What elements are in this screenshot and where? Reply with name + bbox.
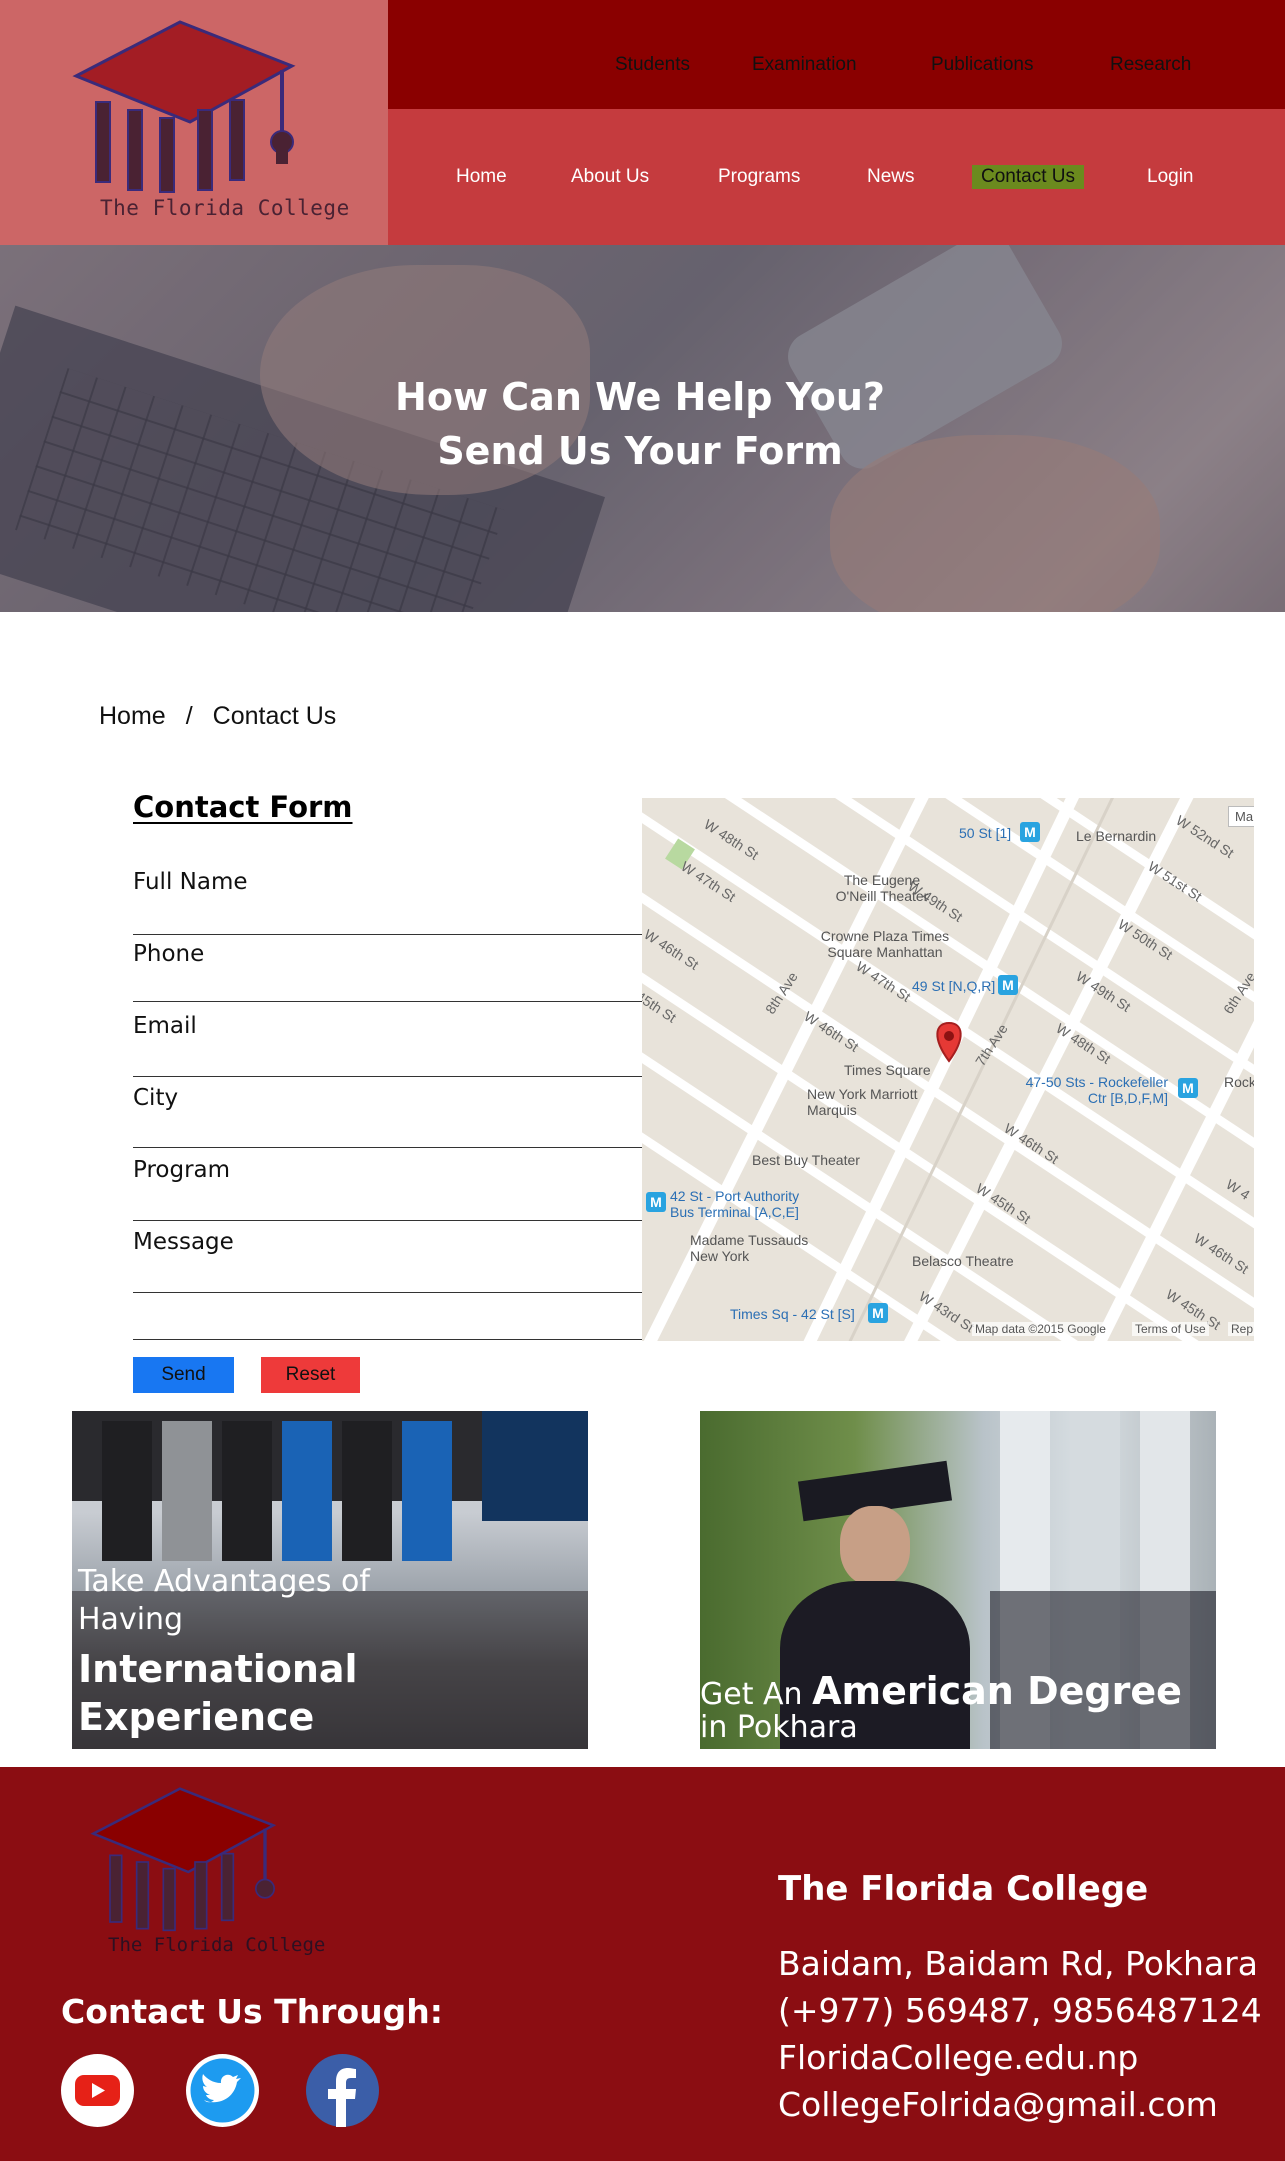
top-nav: Students Examination Publications Resear… — [388, 0, 1285, 109]
nav-item-about-us[interactable]: About Us — [571, 166, 649, 188]
nav-item-news[interactable]: News — [867, 166, 915, 188]
send-button[interactable]: Send — [133, 1357, 234, 1393]
city-field[interactable] — [133, 1147, 642, 1148]
map-place-label: The Eugene O'Neill Theater — [835, 872, 929, 904]
map-station-label: 50 St [1] — [959, 825, 1012, 841]
contact-through-heading: Contact Us Through: — [61, 1992, 443, 2031]
promo-card-american-degree[interactable]: Get An American Degree in Pokhara — [700, 1411, 1216, 1749]
phone-field[interactable] — [133, 1001, 642, 1002]
message-field[interactable] — [133, 1292, 642, 1293]
message-field-line2[interactable] — [133, 1339, 642, 1340]
hero-banner: How Can We Help You? Send Us Your Form — [0, 245, 1285, 612]
promo-wall-panel — [162, 1421, 212, 1561]
footer-email[interactable]: CollegeFolrida@gmail.com — [778, 2085, 1218, 2124]
city-label: City — [133, 1085, 179, 1111]
map-station-label: 49 St [N,Q,R] — [912, 978, 996, 994]
footer-phone: (+977) 569487, 9856487124 — [778, 1991, 1262, 2030]
promo-small-before: Get An — [700, 1677, 803, 1712]
logo[interactable]: The Florida College — [0, 0, 388, 245]
map-place-label: Times Square — [844, 1062, 931, 1078]
promo-card-international[interactable]: Take Advantages of Having International … — [72, 1411, 588, 1749]
map-credit: Map data ©2015 Google — [972, 1322, 1109, 1336]
form-title: Contact Form — [133, 790, 353, 824]
top-nav-item-research[interactable]: Research — [1110, 54, 1191, 76]
promo-wall-panel — [282, 1421, 332, 1561]
footer-logo-text: The Florida College — [108, 1934, 326, 1956]
breadcrumb-separator: / — [185, 702, 193, 730]
youtube-icon[interactable] — [61, 2054, 134, 2127]
email-label: Email — [133, 1013, 197, 1039]
nav-item-programs[interactable]: Programs — [718, 166, 800, 188]
top-nav-item-students[interactable]: Students — [615, 54, 690, 76]
nav-item-login[interactable]: Login — [1147, 166, 1194, 188]
map-station-label: Times Sq - 42 St [S] — [730, 1306, 855, 1322]
promo-large-line2: Experience — [78, 1695, 315, 1739]
site-footer: The Florida College Contact Us Through: … — [0, 1767, 1285, 2161]
breadcrumb-current: Contact Us — [212, 702, 337, 730]
full-name-field[interactable] — [133, 934, 642, 935]
nav-item-contact-us[interactable]: Contact Us — [972, 165, 1084, 189]
promo-large-line1: International — [78, 1647, 358, 1691]
promo-graduate-face — [840, 1506, 910, 1586]
footer-college-name: The Florida College — [778, 1869, 1149, 1909]
map-place-label: New York Marriott Marquis — [807, 1086, 918, 1118]
phone-label: Phone — [133, 941, 205, 967]
full-name-label: Full Name — [133, 869, 248, 895]
map-report-link[interactable]: Rep — [1228, 1322, 1254, 1336]
map-place-label: Rock — [1224, 1074, 1254, 1090]
reset-button[interactable]: Reset — [261, 1357, 360, 1393]
footer-college-building-icon — [90, 1787, 277, 1932]
promo-text-line1: Get An American Degree — [700, 1667, 1182, 1715]
breadcrumb: Home / Contact Us — [99, 702, 336, 731]
promo-small-line1: Take Advantages of — [78, 1564, 370, 1599]
program-label: Program — [133, 1157, 231, 1183]
promo-small-text: Take Advantages of Having — [78, 1563, 370, 1639]
metro-icon: M — [1020, 822, 1040, 842]
map-station-label: 42 St - Port Authority Bus Terminal [A,C… — [670, 1188, 800, 1220]
map-place-label: Crowne Plaza Times Square Manhattan — [820, 928, 950, 960]
facebook-icon[interactable] — [306, 2054, 379, 2127]
nav-item-home[interactable]: Home — [456, 166, 507, 188]
promo-small-after: in Pokhara — [700, 1710, 858, 1745]
map-place-label: Madame Tussauds New York — [690, 1232, 809, 1264]
main-nav: Home About Us Programs News Contact Us L… — [388, 109, 1285, 245]
message-label: Message — [133, 1229, 234, 1255]
site-header: The Florida College Students Examination… — [0, 0, 1285, 245]
metro-icon: M — [1178, 1078, 1198, 1098]
map-place-label: Best Buy Theater — [752, 1152, 860, 1168]
email-field[interactable] — [133, 1076, 642, 1077]
map-place-label: Belasco Theatre — [912, 1253, 1014, 1269]
promo-wall-panel — [342, 1421, 392, 1561]
promo-small-line2: Having — [78, 1602, 184, 1637]
breadcrumb-home[interactable]: Home — [99, 702, 166, 730]
twitter-icon[interactable] — [186, 2054, 259, 2127]
footer-website[interactable]: FloridaCollege.edu.np — [778, 2038, 1138, 2077]
top-nav-item-examination[interactable]: Examination — [752, 54, 857, 76]
map-station-label: 47-50 Sts - Rockefeller Ctr [B,D,F,M] — [1025, 1074, 1168, 1106]
promo-wall-panel — [102, 1421, 152, 1561]
metro-icon: M — [646, 1192, 666, 1212]
map-place-label: Le Bernardin — [1076, 828, 1157, 844]
hero-heading-line2: Send Us Your Form — [437, 429, 843, 473]
logo-text: The Florida College — [100, 196, 350, 220]
metro-icon: M — [998, 975, 1018, 995]
program-field[interactable] — [133, 1220, 642, 1221]
promo-large-text: International Experience — [78, 1645, 358, 1741]
promo-screen — [482, 1411, 588, 1521]
top-nav-item-publications[interactable]: Publications — [931, 54, 1033, 76]
map-terms-link[interactable]: Terms of Use — [1132, 1322, 1209, 1336]
promo-wall-panel — [222, 1421, 272, 1561]
metro-icon: M — [868, 1303, 888, 1323]
promo-wall-panel — [402, 1421, 452, 1561]
hero-heading-line1: How Can We Help You? — [395, 375, 885, 419]
footer-address: Baidam, Baidam Rd, Pokhara — [778, 1944, 1258, 1983]
map-type-button[interactable]: Ma — [1228, 806, 1254, 827]
location-map[interactable]: W 48th St W 47th St W 46th St 45th St W … — [642, 798, 1254, 1341]
college-building-icon — [72, 20, 296, 193]
hero-heading: How Can We Help You? Send Us Your Form — [0, 370, 1280, 478]
promo-large: American Degree — [812, 1669, 1182, 1713]
